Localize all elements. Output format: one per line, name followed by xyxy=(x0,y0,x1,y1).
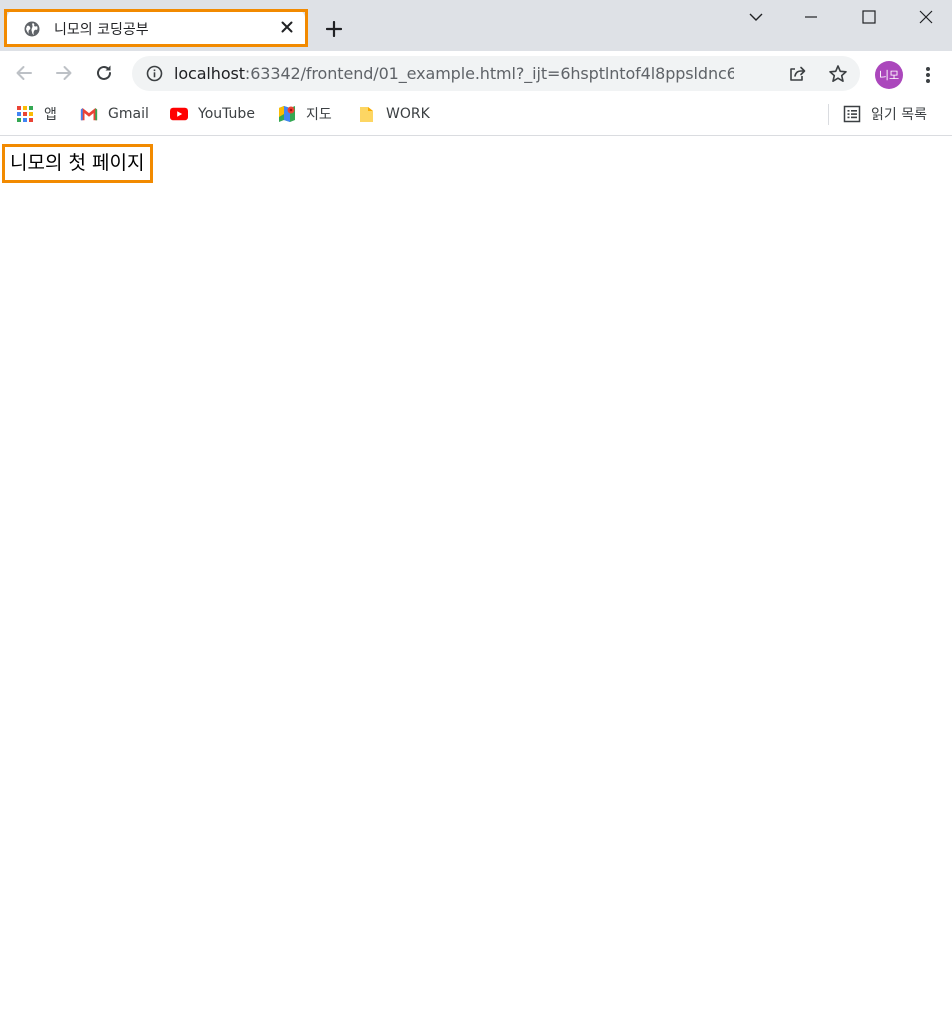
profile-avatar[interactable]: 니모 xyxy=(875,61,903,89)
bookmark-apps[interactable]: 앱 xyxy=(16,103,57,125)
bookmark-label: 앱 xyxy=(44,107,57,123)
info-icon[interactable] xyxy=(146,65,163,82)
tab-title: 니모의 코딩공부 xyxy=(54,22,149,38)
chevron-down-icon[interactable] xyxy=(736,2,776,32)
maps-icon xyxy=(278,105,296,123)
plus-icon[interactable] xyxy=(321,16,347,42)
forward-arrow-icon[interactable] xyxy=(51,60,77,86)
star-icon[interactable] xyxy=(827,63,849,85)
share-icon[interactable] xyxy=(786,63,808,85)
tab-strip: 니모의 코딩공부 xyxy=(0,0,952,51)
browser-tab[interactable]: 니모의 코딩공부 xyxy=(7,10,305,44)
url-host: localhost xyxy=(174,64,245,83)
url-path: :63342/frontend/01_example.html?_ijt=6hs… xyxy=(244,64,734,83)
youtube-icon xyxy=(170,105,188,123)
gmail-icon xyxy=(80,105,98,123)
window-close-icon[interactable] xyxy=(906,2,946,32)
folder-icon xyxy=(358,105,376,123)
bookmarks-bar: 앱 Gmail YouTube 지도 WORK 읽기 목록 xyxy=(0,95,952,136)
globe-icon xyxy=(24,21,40,37)
reading-list-button[interactable]: 읽기 목록 xyxy=(843,103,927,125)
apps-grid-icon xyxy=(16,105,34,123)
close-icon[interactable] xyxy=(279,19,295,35)
bookmark-youtube[interactable]: YouTube xyxy=(170,103,255,125)
reading-list-label: 읽기 목록 xyxy=(871,107,927,123)
bookmark-maps[interactable]: 지도 xyxy=(278,103,332,125)
reload-icon[interactable] xyxy=(91,60,117,86)
kebab-menu-icon[interactable] xyxy=(918,61,938,89)
bookmark-label: 지도 xyxy=(306,107,332,123)
bookmark-label: YouTube xyxy=(198,106,255,122)
minimize-icon[interactable] xyxy=(791,2,831,32)
url-text[interactable]: localhost:63342/frontend/01_example.html… xyxy=(174,64,734,83)
reading-list-icon xyxy=(843,105,861,123)
bookmark-folder-work[interactable]: WORK xyxy=(358,103,430,125)
browser-toolbar: localhost:63342/frontend/01_example.html… xyxy=(0,51,952,95)
bookmark-label: WORK xyxy=(386,106,430,122)
bookmarks-separator xyxy=(828,104,829,125)
back-arrow-icon[interactable] xyxy=(11,60,37,86)
page-heading: 니모의 첫 페이지 xyxy=(2,144,154,183)
address-bar[interactable]: localhost:63342/frontend/01_example.html… xyxy=(132,56,860,91)
bookmark-label: Gmail xyxy=(108,106,149,122)
maximize-icon[interactable] xyxy=(849,2,889,32)
bookmark-gmail[interactable]: Gmail xyxy=(80,103,149,125)
